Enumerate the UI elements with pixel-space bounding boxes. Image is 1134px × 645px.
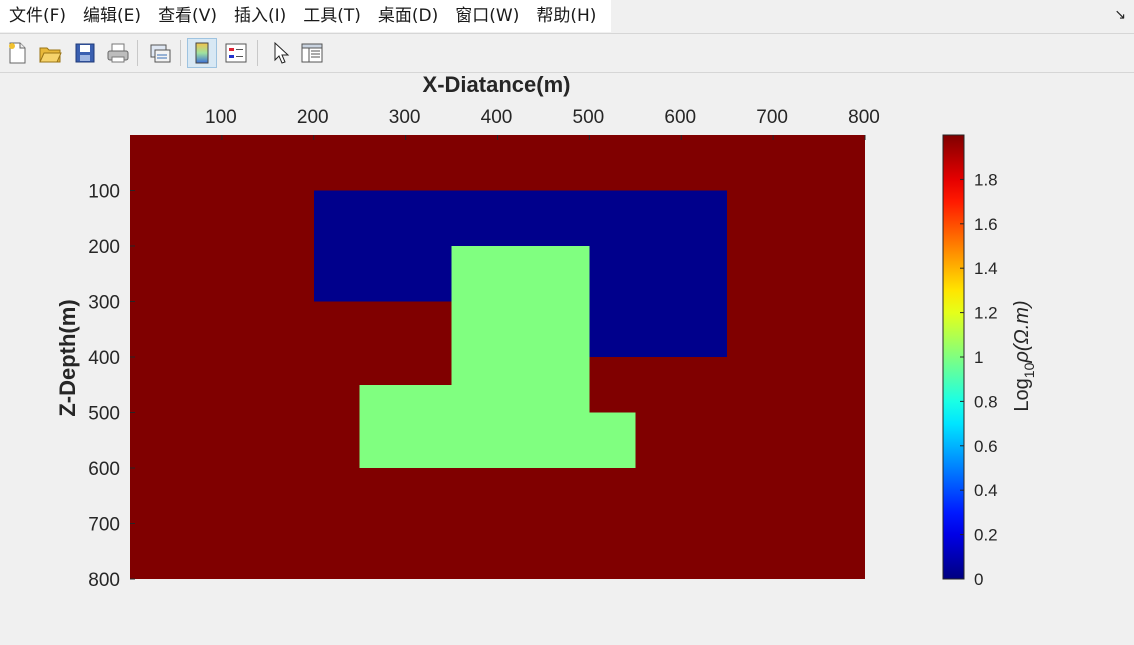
- colorbar-label-base: Log: [1011, 378, 1033, 411]
- y-axis-label: Z-Depth(m): [55, 299, 80, 416]
- heatmap-region-2: [451, 246, 590, 468]
- new-figure-icon[interactable]: [2, 38, 32, 68]
- colorbar-tick-label: 1: [974, 348, 983, 367]
- menu-item-4[interactable]: 工具(T): [294, 0, 369, 32]
- x-tick-label: 600: [664, 107, 696, 128]
- figure-toolbar: [0, 34, 1134, 73]
- x-axis-label: X-Diatance(m): [423, 73, 571, 97]
- toolbar-separator: [257, 40, 258, 66]
- colorbar-tick-label: 0: [974, 570, 983, 589]
- colorbar-label-rest: ρ(Ω.m): [1011, 300, 1033, 363]
- heatmap-region-3: [359, 384, 452, 468]
- x-tick-label: 500: [573, 107, 605, 128]
- menu-item-2[interactable]: 查看(V): [149, 0, 225, 32]
- open-file-icon[interactable]: [35, 38, 65, 68]
- heatmap-region-4: [589, 412, 636, 468]
- heatmap-region-1: [589, 301, 728, 357]
- save-icon[interactable]: [70, 38, 100, 68]
- menu-item-1[interactable]: 编辑(E): [74, 0, 149, 32]
- x-tick-label: 100: [205, 107, 237, 128]
- heatmap-chart: 100 200 300 400 500 600 700 8001002003004005006…: [55, 72, 1037, 591]
- menu-items: 文件(F) 编辑(E) 查看(V) 插入(I) 工具(T) 桌面(D) 窗口(W) 帮助(H): [0, 0, 611, 32]
- x-tick-label: 300: [389, 107, 421, 128]
- print-icon[interactable]: [103, 38, 133, 68]
- x-tick-label: 400: [481, 107, 513, 128]
- x-tick-label: 200: [297, 107, 329, 128]
- menu-item-6[interactable]: 窗口(W): [446, 0, 527, 32]
- property-inspector-icon[interactable]: [297, 38, 327, 68]
- colorbar-label: Log10ρ(Ω.m): [1011, 300, 1037, 411]
- link-plot-icon[interactable]: [145, 38, 175, 68]
- menu-item-5[interactable]: 桌面(D): [369, 0, 446, 32]
- y-tick-label: 300: [88, 293, 120, 314]
- dock-arrow-icon[interactable]: ↘: [1114, 7, 1126, 23]
- colorbar-tick-label: 1.6: [974, 215, 998, 234]
- insert-colorbar-icon[interactable]: [187, 38, 217, 68]
- y-tick-label: 700: [88, 515, 120, 536]
- toolbar-separator: [137, 40, 138, 66]
- colorbar-tick-label: 1.4: [974, 259, 998, 278]
- menu-item-0[interactable]: 文件(F): [0, 0, 74, 32]
- x-tick-label: 700: [756, 107, 788, 128]
- colorbar-tick-label: 1.8: [974, 170, 998, 189]
- y-tick-label: 400: [88, 348, 120, 369]
- y-tick-label: 800: [88, 570, 120, 591]
- colorbar-tick-label: 1.2: [974, 304, 998, 323]
- menu-item-7[interactable]: 帮助(H): [527, 0, 604, 32]
- y-tick-label: 500: [88, 404, 120, 425]
- toolbar-separator: [180, 40, 181, 66]
- insert-legend-icon[interactable]: [221, 38, 251, 68]
- colorbar-tick-label: 0.4: [974, 481, 998, 500]
- colorbar-label-sub: 10: [1021, 362, 1037, 378]
- menu-bar: 文件(F) 编辑(E) 查看(V) 插入(I) 工具(T) 桌面(D) 窗口(W) 帮助(H)…: [0, 0, 1134, 32]
- menu-item-3[interactable]: 插入(I): [225, 0, 294, 32]
- figure-canvas: 100 200 300 400 500 600 700 800 100 200 300 400 500 6…: [0, 72, 1134, 641]
- x-tick-label: 800: [848, 107, 880, 128]
- colorbar-tick-label: 0.6: [974, 437, 998, 456]
- y-tick-label: 200: [88, 237, 120, 258]
- colorbar-tick-label: 0.2: [974, 526, 998, 545]
- y-tick-label: 600: [88, 459, 120, 480]
- colorbar-tick-label: 0.8: [974, 392, 998, 411]
- y-tick-label: 100: [88, 182, 120, 203]
- pointer-icon[interactable]: [265, 38, 295, 68]
